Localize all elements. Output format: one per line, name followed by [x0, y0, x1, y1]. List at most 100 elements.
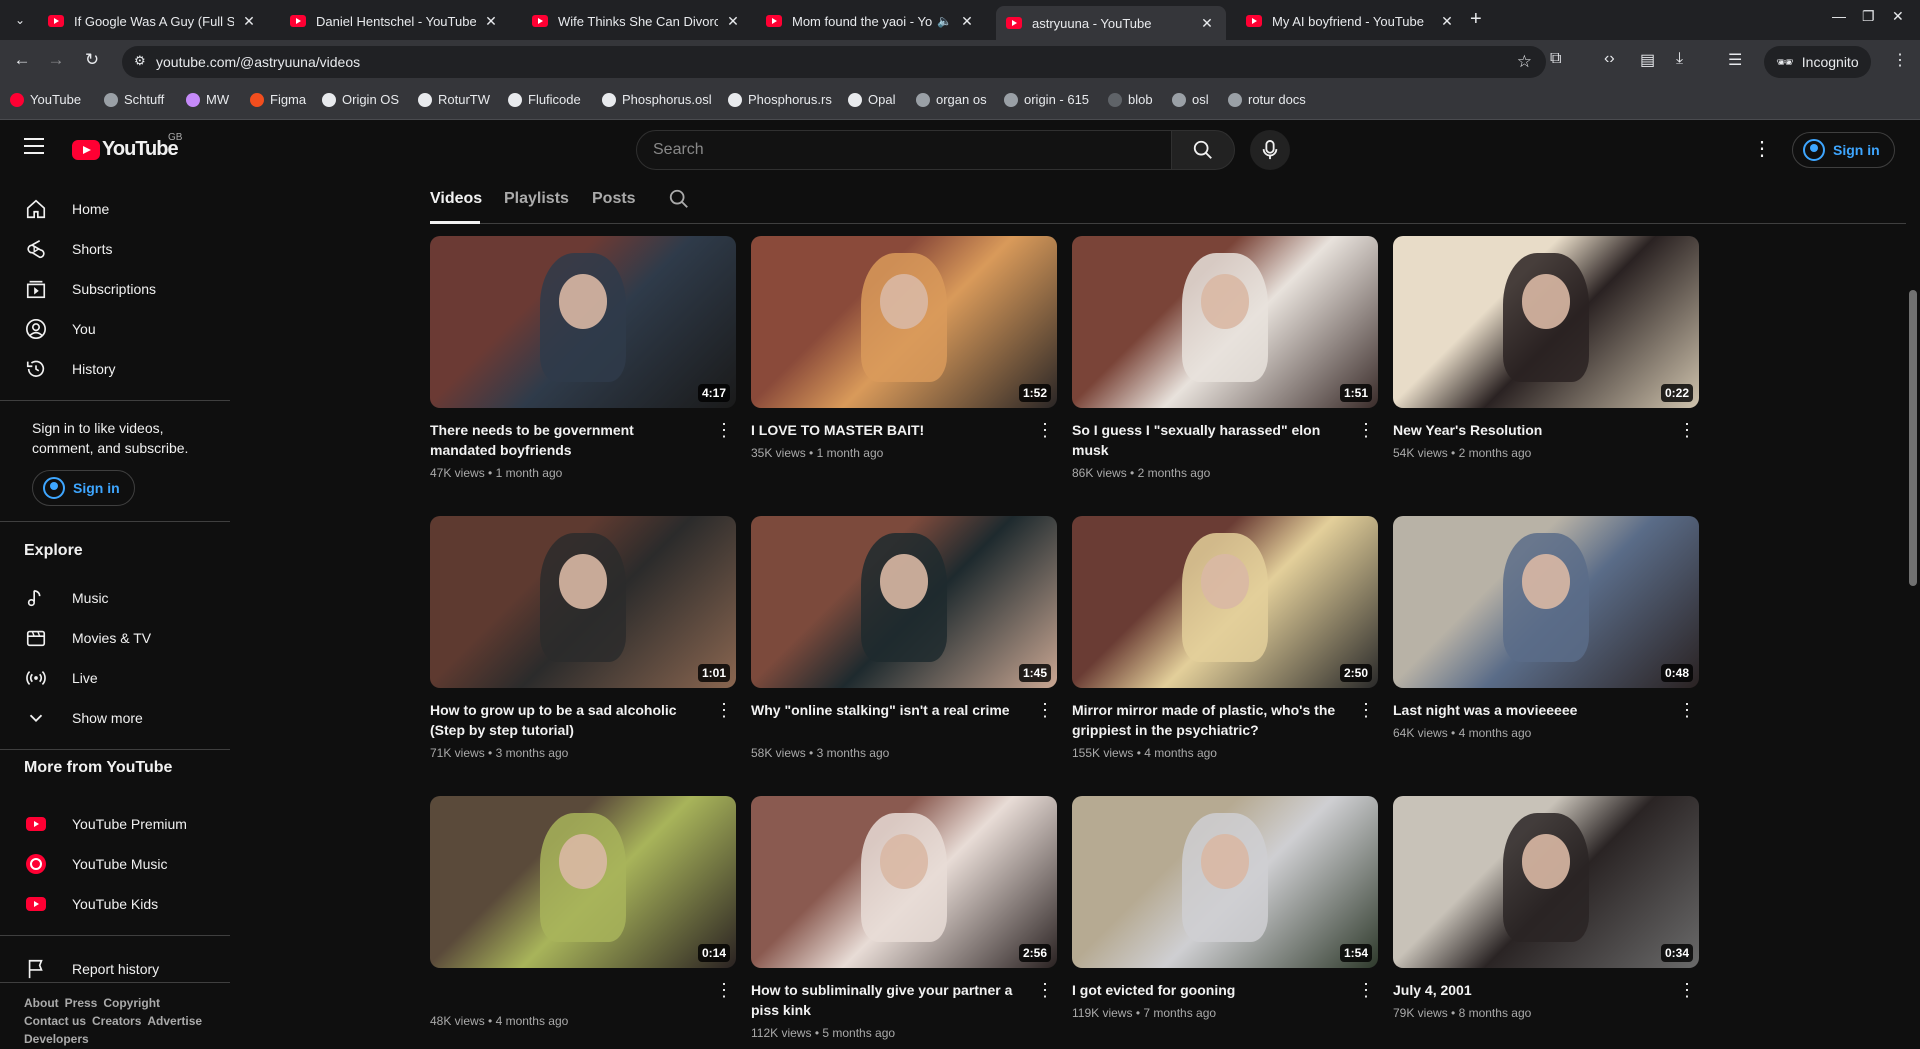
menu-icon[interactable] — [24, 138, 44, 159]
sidebar-item-live[interactable]: Live — [0, 658, 230, 698]
video-menu-icon[interactable]: ⋮ — [1033, 420, 1057, 441]
search-box[interactable] — [636, 130, 1172, 170]
scrollbar-thumb[interactable] — [1909, 290, 1917, 586]
scrollbar[interactable] — [1906, 120, 1920, 1049]
bookmark-item[interactable]: Phosphorus.rs — [728, 92, 832, 107]
new-tab-button[interactable]: + — [1470, 8, 1482, 31]
bookmark-item[interactable]: Fluficode — [508, 92, 581, 107]
video-menu-icon[interactable]: ⋮ — [712, 420, 736, 441]
bookmark-star-icon[interactable]: ☆ — [1517, 52, 1532, 72]
video-menu-icon[interactable]: ⋮ — [1675, 980, 1699, 1001]
video-title[interactable]: How to subliminally give your partner a … — [751, 980, 1021, 1020]
sign-in-button[interactable]: Sign in — [1792, 132, 1895, 168]
forward-icon[interactable]: → — [44, 50, 68, 70]
bookmark-item[interactable]: Phosphorus.osl — [602, 92, 712, 107]
video-menu-icon[interactable]: ⋮ — [1675, 700, 1699, 721]
address-bar[interactable]: ⚙ youtube.com/@astryuuna/videos ☆ — [122, 46, 1546, 78]
bookmark-item[interactable]: Opal — [848, 92, 895, 107]
video-thumbnail[interactable]: 1:45 — [751, 516, 1057, 688]
video-title[interactable]: I got evicted for gooning — [1072, 980, 1342, 1000]
sidebar-item-show-more[interactable]: Show more — [0, 698, 230, 738]
browser-menu-icon[interactable]: ⋮ — [1892, 50, 1908, 70]
sidebar-sign-in-button[interactable]: Sign in — [32, 470, 135, 506]
footer-link[interactable]: Copyright — [103, 996, 160, 1010]
footer-link[interactable]: Advertise — [147, 1014, 202, 1028]
settings-menu-icon[interactable]: ⋮ — [1752, 136, 1772, 161]
video-menu-icon[interactable]: ⋮ — [1354, 980, 1378, 1001]
tab-close-icon[interactable]: ✕ — [1198, 15, 1216, 32]
bookmark-item[interactable]: osl — [1172, 92, 1209, 107]
search-input[interactable] — [637, 131, 1171, 169]
bookmark-item[interactable]: blob — [1108, 92, 1153, 107]
tab-close-icon[interactable]: ✕ — [240, 13, 258, 30]
footer-link[interactable]: Contact us — [24, 1014, 86, 1028]
footer-link[interactable]: Developers — [24, 1032, 89, 1046]
video-menu-icon[interactable]: ⋮ — [712, 980, 736, 1001]
extensions-icon[interactable]: ⧉ — [1550, 50, 1561, 68]
video-menu-icon[interactable]: ⋮ — [1033, 700, 1057, 721]
browser-tab[interactable]: Wife Thinks She Can Divorce ✕ — [522, 6, 752, 36]
video-thumbnail[interactable]: 0:14 — [430, 796, 736, 968]
video-title[interactable]: I LOVE TO MASTER BAIT! — [751, 420, 1021, 440]
sidebar-item-movies-tv[interactable]: Movies & TV — [0, 618, 230, 658]
bookmark-item[interactable]: origin - 615 — [1004, 92, 1089, 107]
video-title[interactable]: How to grow up to be a sad alcoholic (St… — [430, 700, 700, 740]
download-icon[interactable]: ⤓ — [1676, 50, 1683, 68]
browser-tab[interactable]: astryuuna - YouTube ✕ — [996, 6, 1226, 40]
bookmark-item[interactable]: Schtuff — [104, 92, 164, 107]
sidebar-item-you[interactable]: You — [0, 309, 230, 349]
back-icon[interactable]: ← — [10, 50, 34, 70]
reading-mode-icon[interactable]: ▤ — [1640, 50, 1655, 70]
sidebar-item-shorts[interactable]: Shorts — [0, 229, 230, 269]
video-title[interactable]: Last night was a movieeeee — [1393, 700, 1663, 720]
bookmark-item[interactable]: organ os — [916, 92, 987, 107]
video-thumbnail[interactable]: 4:17 — [430, 236, 736, 408]
video-menu-icon[interactable]: ⋮ — [1354, 700, 1378, 721]
tab-search-button[interactable]: ⌄ — [8, 8, 32, 32]
footer-link[interactable]: Press — [65, 996, 98, 1010]
video-thumbnail[interactable]: 1:54 — [1072, 796, 1378, 968]
tab-close-icon[interactable]: ✕ — [482, 13, 500, 30]
sidebar-item-subscriptions[interactable]: Subscriptions — [0, 269, 230, 309]
video-thumbnail[interactable]: 0:48 — [1393, 516, 1699, 688]
tab-close-icon[interactable]: ✕ — [724, 13, 742, 30]
browser-tab[interactable]: Mom found the yaoi - You 🔈 ✕ — [756, 6, 986, 36]
media-controls-icon[interactable]: ☰ — [1728, 50, 1742, 70]
browser-tab[interactable]: Daniel Hentschel - YouTube ✕ — [280, 6, 510, 36]
video-thumbnail[interactable]: 1:51 — [1072, 236, 1378, 408]
footer-link[interactable]: About — [24, 996, 59, 1010]
video-thumbnail[interactable]: 1:52 — [751, 236, 1057, 408]
bookmark-item[interactable]: Origin OS — [322, 92, 399, 107]
sidebar-item-youtube-kids[interactable]: YouTube Kids — [0, 884, 230, 924]
sidebar-item-home[interactable]: Home — [0, 189, 230, 229]
sidebar-item-music[interactable]: Music — [0, 578, 230, 618]
incognito-indicator[interactable]: 🕶 Incognito — [1764, 46, 1871, 78]
close-window-icon[interactable]: ✕ — [1892, 8, 1904, 25]
url-text[interactable]: youtube.com/@astryuuna/videos — [156, 54, 360, 70]
video-title[interactable]: So I guess I "sexually harassed" elon mu… — [1072, 420, 1342, 460]
video-thumbnail[interactable]: 0:22 — [1393, 236, 1699, 408]
tab-playlists[interactable]: Playlists — [504, 190, 569, 208]
sidebar-item-history[interactable]: History — [0, 349, 230, 389]
tab-videos[interactable]: Videos — [430, 190, 482, 208]
tab-close-icon[interactable]: ✕ — [958, 13, 976, 30]
video-title[interactable]: Mirror mirror made of plastic, who's the… — [1072, 700, 1342, 740]
sidebar-item-youtube-music[interactable]: YouTube Music — [0, 844, 230, 884]
bookmark-item[interactable]: Figma — [250, 92, 306, 107]
search-button[interactable] — [1171, 130, 1235, 170]
bookmark-item[interactable]: rotur docs — [1228, 92, 1306, 107]
video-title[interactable]: There needs to be government mandated bo… — [430, 420, 700, 460]
channel-search-icon[interactable] — [668, 188, 690, 215]
tab-posts[interactable]: Posts — [592, 190, 636, 208]
video-title[interactable]: July 4, 2001 — [1393, 980, 1663, 1000]
sidebar-item-youtube-premium[interactable]: YouTube Premium — [0, 804, 230, 844]
video-thumbnail[interactable]: 2:56 — [751, 796, 1057, 968]
devtools-icon[interactable]: ‹› — [1604, 50, 1615, 68]
video-title[interactable]: New Year's Resolution — [1393, 420, 1663, 440]
bookmark-item[interactable]: RoturTW — [418, 92, 490, 107]
sidebar-item-report-history[interactable]: Report history — [0, 949, 230, 989]
video-menu-icon[interactable]: ⋮ — [1033, 980, 1057, 1001]
video-menu-icon[interactable]: ⋮ — [712, 700, 736, 721]
video-title[interactable]: Why "online stalking" isn't a real crime — [751, 700, 1021, 720]
tab-close-icon[interactable]: ✕ — [1438, 13, 1456, 30]
